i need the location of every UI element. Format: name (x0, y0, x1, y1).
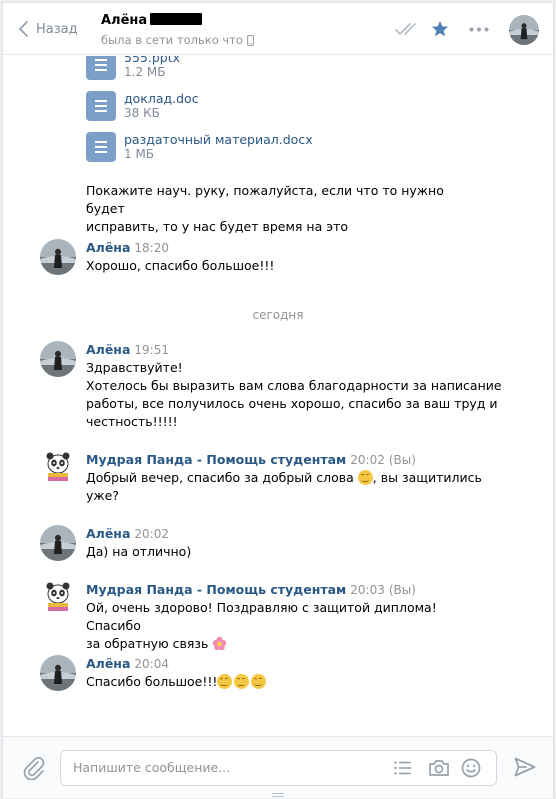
attachment-size: 1.2 МБ (124, 65, 166, 79)
author-name[interactable]: Мудрая Панда - Помощь студентам (86, 582, 346, 597)
message-line: Ой, очень здорово! Поздравляю с защитой … (86, 600, 437, 633)
message-text: Покажите науч. руку, пожалуйста, если чт… (86, 182, 486, 236)
message-list[interactable]: 555.pptx 1.2 МБ доклад.doc 38 КБ раздаточн… (3, 56, 553, 736)
message-header: Алёна 18:20 (86, 240, 169, 255)
message-time[interactable]: 20:02 (350, 453, 385, 467)
date-separator: сегодня (252, 308, 304, 322)
message-fragment: за обратную связь (86, 636, 209, 651)
author-name[interactable]: Алёна (86, 526, 130, 541)
panda-avatar[interactable] (40, 578, 76, 614)
smile-icon[interactable] (461, 758, 481, 778)
self-marker: (Вы) (388, 453, 416, 467)
double-check-icon[interactable] (395, 22, 421, 36)
message-line: Здравствуйте! (86, 360, 183, 375)
back-button[interactable]: Назад (19, 17, 78, 41)
attachment-item[interactable]: раздаточный материал.docx 1 МБ (86, 132, 313, 162)
attachment-item[interactable]: 555.pptx 1.2 МБ (86, 56, 180, 80)
status-text: была в сети только что (101, 33, 243, 47)
message-time[interactable]: 20:02 (134, 527, 169, 541)
message-time[interactable]: 18:20 (134, 241, 169, 255)
message-line: работы, все получилось очень хорошо, спа… (86, 396, 498, 411)
message-text: Добрый вечер, спасибо за добрый слова , … (86, 469, 486, 505)
attachment-name[interactable]: раздаточный материал.docx (124, 132, 313, 147)
more-horizontal-icon[interactable] (469, 27, 489, 32)
attachment-size: 1 МБ (124, 147, 155, 161)
message-line: уже? (86, 488, 119, 503)
contact-status: была в сети только что (101, 33, 254, 47)
message-header: Алёна 20:04 (86, 656, 169, 671)
message-line: Хотелось бы выразить вам слова благодарн… (86, 378, 502, 393)
attachment-name[interactable]: 555.pptx (124, 56, 180, 65)
avatar[interactable] (40, 239, 76, 275)
avatar[interactable] (40, 525, 76, 561)
attachment-size: 38 КБ (124, 106, 160, 120)
message-header: Мудрая Панда - Помощь студентам 20:03 (Вы… (86, 582, 416, 597)
self-marker: (Вы) (388, 583, 416, 597)
document-icon (86, 91, 116, 121)
document-icon (86, 132, 116, 162)
flower-emoji-icon (213, 636, 227, 651)
author-name[interactable]: Мудрая Панда - Помощь студентам (86, 452, 346, 467)
author-name[interactable]: Алёна (86, 342, 130, 357)
message-input[interactable] (73, 760, 373, 775)
mobile-phone-icon (246, 34, 254, 46)
contact-name[interactable]: Алёна (101, 13, 203, 28)
message-fragment: Спасибо большое!!! (86, 674, 218, 689)
author-name[interactable]: Алёна (86, 656, 130, 671)
contact-avatar[interactable] (509, 15, 539, 45)
star-icon[interactable] (431, 20, 449, 38)
paperclip-icon[interactable] (23, 756, 45, 780)
message-time[interactable]: 19:51 (134, 343, 169, 357)
message-line: Хорошо, спасибо большое!!! (86, 258, 275, 273)
list-icon[interactable] (394, 761, 412, 775)
message-header: Алёна 20:02 (86, 526, 169, 541)
message-time[interactable]: 20:04 (134, 657, 169, 671)
avatar[interactable] (40, 655, 76, 691)
message-text: Да) на отлично) (86, 543, 486, 561)
attachment-name[interactable]: доклад.doc (124, 91, 199, 106)
smile-emoji-icon (217, 674, 233, 689)
message-line: за обратную связь (86, 635, 486, 653)
panda-avatar[interactable] (40, 448, 76, 484)
message-line: честность!!!!! (86, 414, 178, 429)
chat-window: Назад Алёна была в сети только что 555.p… (2, 2, 554, 798)
message-text: Спасибо большое!!! (86, 673, 486, 691)
smile-emoji-icon (251, 674, 267, 689)
message-time[interactable]: 20:03 (350, 583, 385, 597)
chat-header: Назад Алёна была в сети только что (3, 3, 553, 55)
message-line: Покажите науч. руку, пожалуйста, если чт… (86, 183, 444, 216)
author-name[interactable]: Алёна (86, 240, 130, 255)
message-composer (3, 736, 553, 798)
message-input-box[interactable] (60, 750, 497, 786)
smile-emoji-icon (357, 470, 373, 485)
message-fragment: Добрый вечер, спасибо за добрый слова (86, 470, 354, 485)
send-icon[interactable] (514, 757, 536, 777)
message-header: Алёна 19:51 (86, 342, 169, 357)
avatar[interactable] (40, 341, 76, 377)
redaction-bar (150, 13, 203, 25)
message-text: Ой, очень здорово! Поздравляю с защитой … (86, 599, 486, 653)
contact-name-text: Алёна (101, 13, 148, 28)
message-line: исправить, то у нас будет время на это (86, 219, 349, 234)
document-icon (86, 56, 116, 80)
camera-icon[interactable] (428, 759, 450, 777)
message-fragment: , вы защитились (372, 470, 482, 485)
chevron-left-icon (19, 21, 28, 37)
message-header: Мудрая Панда - Помощь студентам 20:02 (Вы… (86, 452, 416, 467)
message-text: Хорошо, спасибо большое!!! (86, 257, 486, 275)
message-text: Здравствуйте! Хотелось бы выразить вам с… (86, 359, 506, 431)
message-line: Добрый вечер, спасибо за добрый слова , … (86, 469, 486, 487)
back-label: Назад (36, 21, 78, 37)
attachment-item[interactable]: доклад.doc 38 КБ (86, 91, 199, 121)
resize-handle[interactable] (272, 793, 284, 797)
message-line: Да) на отлично) (86, 544, 192, 559)
message-line: Спасибо большое!!! (86, 673, 486, 691)
smile-emoji-icon (234, 674, 250, 689)
